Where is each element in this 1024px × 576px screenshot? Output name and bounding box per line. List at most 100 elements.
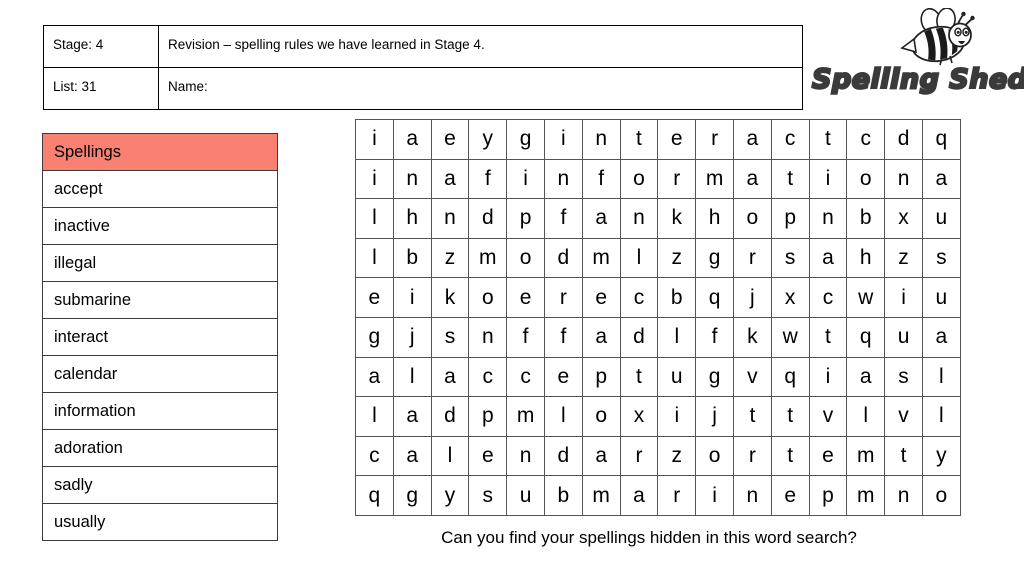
word-search-cell: m [581,237,621,279]
word-search-cell: s [430,316,470,358]
word-search-cell: c [846,119,886,160]
word-search-cell: e [355,277,394,318]
word-search-cell: e [430,119,470,160]
word-search-cell: a [732,119,772,160]
spelling-row: accept [42,170,278,208]
word-search-cell: a [808,237,848,279]
word-search-cell: n [468,316,508,358]
word-search-cell: g [355,316,394,358]
word-search-cell: q [355,475,394,516]
bee-icon [894,7,978,71]
word-search-cell: c [770,119,810,160]
word-search-cell: l [355,198,394,239]
word-search-cell: r [657,475,697,516]
word-search-cell: l [355,396,394,437]
word-search-cell: p [770,198,810,239]
word-search-cell: r [695,119,734,160]
word-search-cell: r [732,435,772,477]
word-search-cell: y [468,119,508,160]
word-search-cell: l [846,396,886,437]
word-search-cell: t [770,396,810,437]
word-search-prompt: Can you find your spellings hidden in th… [441,528,857,547]
word-search-cell: x [884,198,923,239]
word-search-cell: l [392,356,432,398]
word-search-cell: i [808,158,848,200]
word-search-cell: l [921,396,961,437]
word-search-cell: z [657,237,697,279]
word-search-cell: v [732,356,772,398]
word-search-cell: e [543,356,583,398]
word-search-cell: t [808,119,848,160]
spelling-word: illegal [42,244,278,282]
word-search-cell: f [468,158,508,200]
word-search-cell: m [846,475,886,516]
word-search-cell: c [468,356,508,398]
spelling-word: interact [42,318,278,356]
word-search-cell: t [884,435,923,477]
word-search-cell: t [619,356,659,398]
word-search-row: alacceptugvqiasl [355,356,961,398]
word-search-cell: d [468,198,508,239]
word-search-cell: v [808,396,848,437]
word-search-cell: j [392,316,432,358]
word-search-cell: a [619,475,659,516]
word-search-cell: n [808,198,848,239]
word-search-row: gjsnffadlfkwtqua [355,316,961,358]
word-search-cell: k [430,277,470,318]
word-search-cell: l [355,237,394,279]
word-search-cell: h [392,198,432,239]
spelling-row: information [42,392,278,430]
word-search-cell: a [732,158,772,200]
word-search-cell: d [619,316,659,358]
word-search-cell: l [543,396,583,437]
word-search-cell: a [581,198,621,239]
word-search-cell: b [543,475,583,516]
word-search-cell: t [619,119,659,160]
word-search-cell: n [884,475,923,516]
word-search-cell: n [543,158,583,200]
spelling-row: sadly [42,466,278,504]
spelling-row: submarine [42,281,278,319]
word-search-cell: g [695,237,734,279]
word-search-cell: r [732,237,772,279]
word-search-cell: i [355,119,394,160]
word-search-cell: i [392,277,432,318]
spelling-row: usually [42,503,278,541]
word-search-cell: u [657,356,697,398]
word-search-cell: s [921,237,961,279]
word-search-cell: f [581,158,621,200]
word-search-cell: x [619,396,659,437]
header-row-list: List: 31 Name: [43,67,803,110]
word-search-cell: a [921,158,961,200]
word-search-row: calendarzortemty [355,435,961,477]
word-search-cell: f [543,316,583,358]
word-search-cell: y [430,475,470,516]
word-search-cell: l [430,435,470,477]
word-search-cell: m [581,475,621,516]
word-search-cell: b [846,198,886,239]
word-search-cell: n [619,198,659,239]
word-search-cell: c [355,435,394,477]
word-search-row: qgysubmarinepmno [355,475,961,516]
word-search-cell: e [657,119,697,160]
word-search-cell: s [770,237,810,279]
word-search-cell: o [506,237,545,279]
word-search-cell: a [921,316,961,358]
name-field-label: Name: [158,67,803,110]
word-search-cell: v [884,396,923,437]
word-search-cell: f [543,198,583,239]
word-search-cell: i [543,119,583,160]
word-search-cell: n [732,475,772,516]
word-search-cell: p [468,396,508,437]
spelling-row: interact [42,318,278,356]
word-search-cell: t [732,396,772,437]
word-search-cell: o [619,158,659,200]
word-search-cell: g [392,475,432,516]
word-search-cell: o [581,396,621,437]
spelling-word: sadly [42,466,278,504]
word-search-cell: u [921,277,961,318]
spelling-row: inactive [42,207,278,245]
word-search-cell: a [392,396,432,437]
word-search-cell: o [846,158,886,200]
spellings-header-row: Spellings [42,133,278,171]
